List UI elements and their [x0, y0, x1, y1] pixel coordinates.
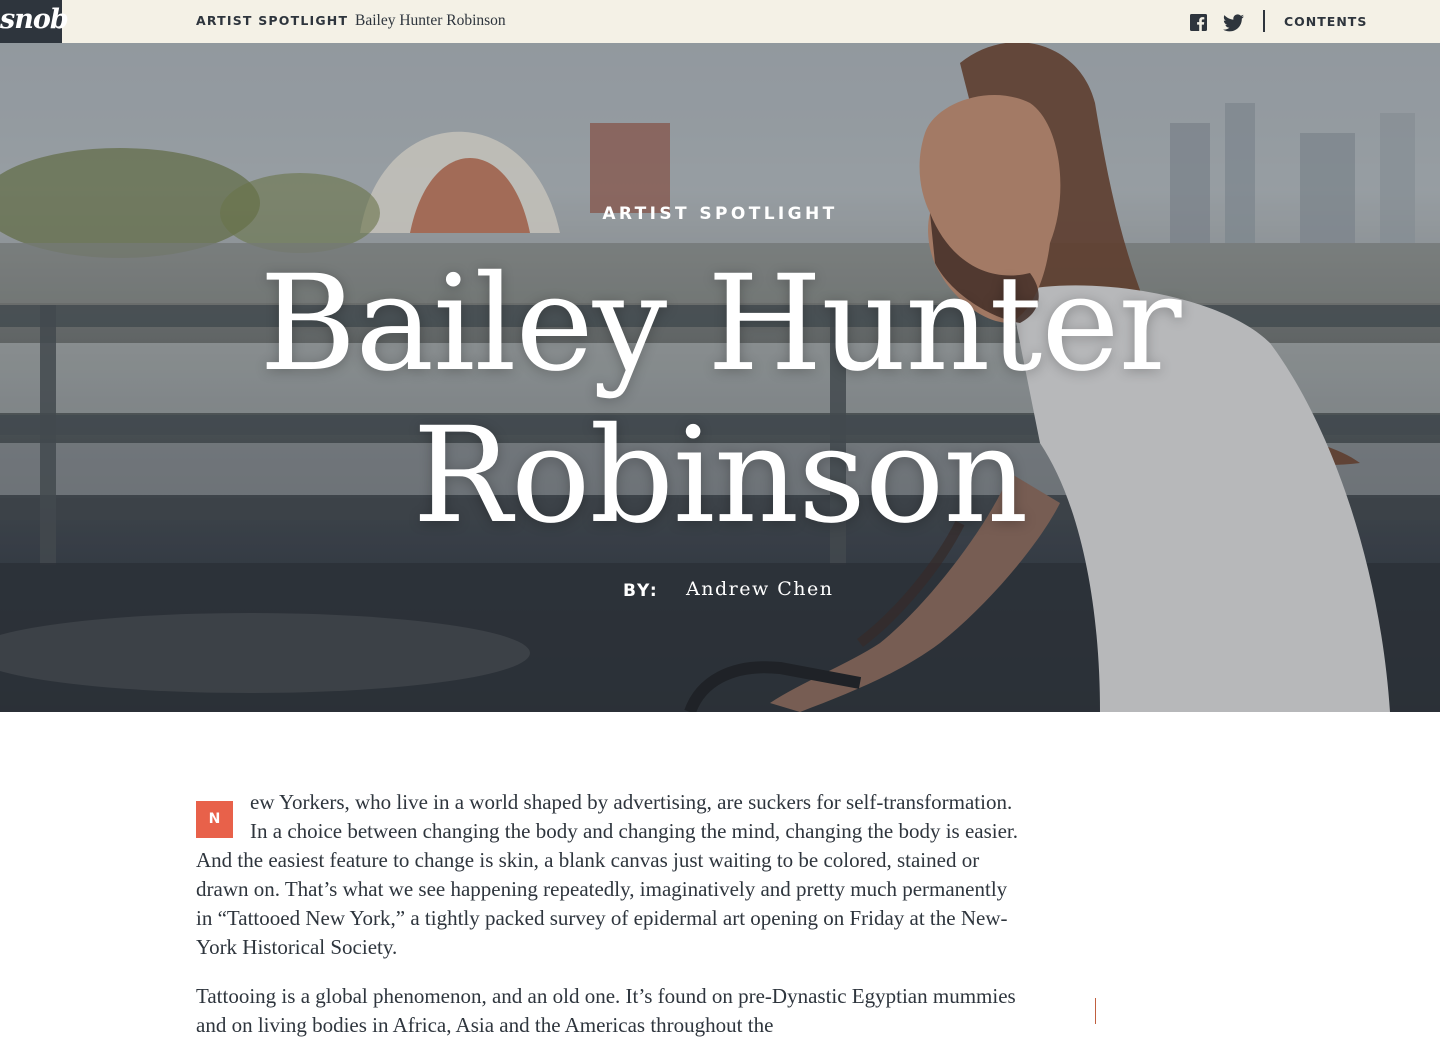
facebook-icon[interactable]	[1190, 14, 1207, 31]
article-body: New Yorkers, who live in a world shaped …	[196, 788, 1026, 1060]
contents-link[interactable]: CONTENTS	[1284, 14, 1367, 29]
byline-label: BY:	[623, 581, 659, 601]
paragraph-text: ew Yorkers, who live in a world shaped b…	[196, 790, 1019, 959]
article-paragraph: New Yorkers, who live in a world shaped …	[196, 788, 1026, 962]
site-logo[interactable]: snob	[0, 0, 69, 43]
hero-section-label: ARTIST SPOTLIGHT	[602, 204, 838, 224]
hero-banner: ARTIST SPOTLIGHT Bailey Hunter Robinson …	[0, 43, 1440, 712]
nav-divider	[1263, 10, 1265, 32]
top-navigation-bar: snob ARTIST SPOTLIGHT Bailey Hunter Robi…	[0, 0, 1440, 43]
page-title: Bailey Hunter Robinson	[259, 247, 1181, 553]
breadcrumb-article-title: Bailey Hunter Robinson	[355, 12, 506, 29]
sidebar-accent-rule	[1095, 998, 1096, 1024]
twitter-icon[interactable]	[1223, 14, 1244, 32]
article-paragraph: Tattooing is a global phenomenon, and an…	[196, 984, 1016, 1037]
author-name[interactable]: Andrew Chen	[686, 578, 834, 600]
drop-cap-badge: N	[196, 801, 233, 838]
breadcrumb-section[interactable]: ARTIST SPOTLIGHT	[196, 13, 348, 28]
